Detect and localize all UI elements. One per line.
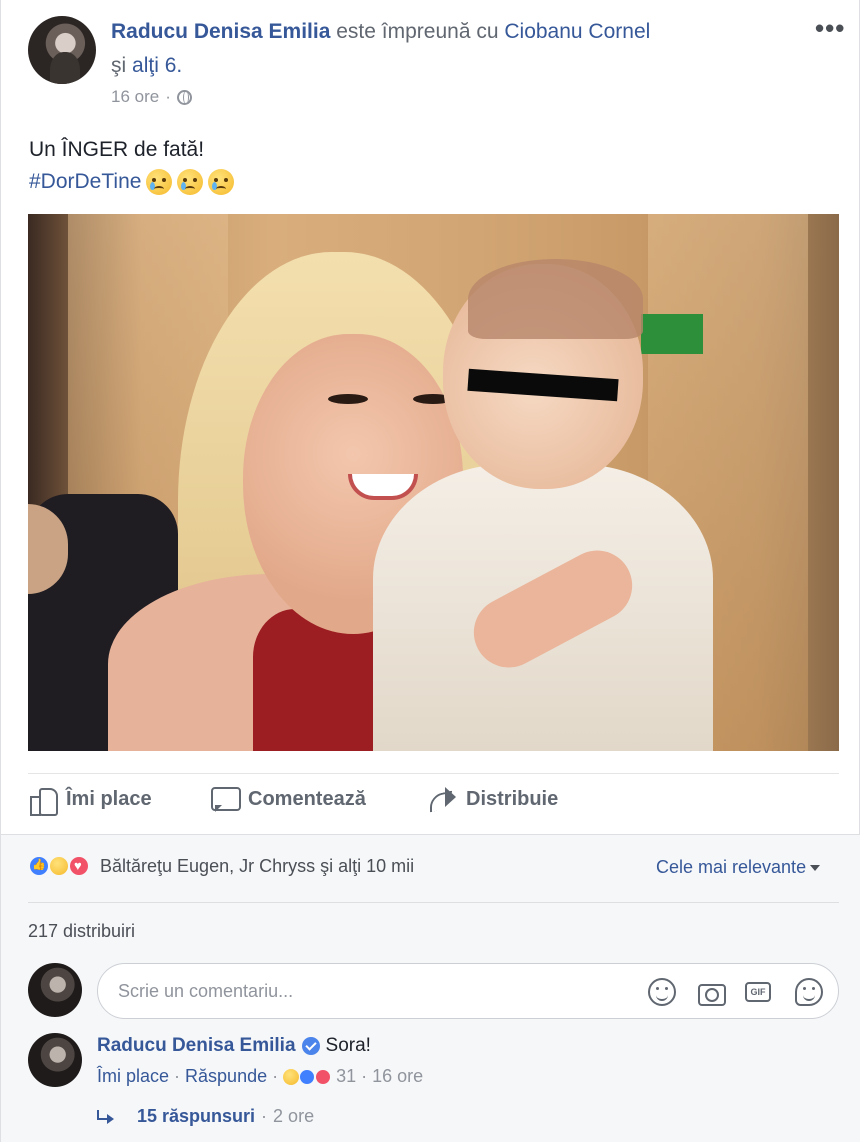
caret-down-icon (810, 864, 821, 871)
comment-bubble-icon (210, 784, 241, 814)
facebook-post: Raducu Denisa Emilia este împreună cu Ci… (0, 0, 860, 1142)
author-name[interactable]: Raducu Denisa Emilia (111, 20, 330, 43)
comment-reply-link[interactable]: Răspunde (185, 1066, 267, 1087)
divider (28, 773, 839, 774)
post-text: Un ÎNGER de fată! (29, 138, 205, 161)
sort-label: Cele mai relevante (656, 857, 807, 877)
globe-icon (176, 89, 192, 105)
comment-like-link[interactable]: Îmi place (97, 1066, 169, 1087)
post-header-others: şi alţi 6. (111, 52, 182, 80)
comment-actions: Îmi place · Răspunde · 31 · 16 ore (97, 1066, 423, 1087)
comment-button[interactable]: Comentează (210, 784, 410, 814)
love-reaction-icon (315, 1068, 332, 1085)
comment-sort-dropdown[interactable]: Cele mai relevante (656, 857, 821, 878)
share-arrow-icon (428, 784, 458, 814)
and-text: şi (111, 54, 127, 77)
verified-badge-icon (301, 1037, 320, 1055)
sad-reaction-icon (48, 855, 70, 877)
shares-count[interactable]: 217 distribuiri (28, 921, 135, 942)
author-avatar[interactable] (28, 16, 96, 84)
comment-body: Raducu Denisa Emilia Sora! (97, 1034, 371, 1058)
separator: · (261, 1106, 268, 1126)
comment-time[interactable]: 16 ore (372, 1066, 423, 1087)
post-meta: 16 ore · (111, 87, 192, 107)
post-time[interactable]: 16 ore (111, 87, 159, 107)
comment-text: Sora! (325, 1035, 371, 1056)
meta-separator: · (165, 87, 171, 106)
hashtag-line: #DorDeTine (29, 166, 235, 197)
comment-input[interactable]: Scrie un comentariu... GIF (97, 963, 839, 1019)
separator: · (361, 1066, 368, 1086)
tagged-others[interactable]: alţi 6. (132, 54, 182, 77)
sad-reaction-icon (283, 1068, 300, 1085)
sticker-icon[interactable] (795, 978, 823, 1006)
share-button[interactable]: Distribuie (428, 784, 598, 814)
post-header: Raducu Denisa Emilia este împreună cu Ci… (111, 18, 751, 46)
comment-author-avatar[interactable] (28, 1033, 82, 1087)
crying-face-icon (208, 168, 235, 195)
reactions-summary[interactable]: Băltăreţu Eugen, Jr Chryss şi alţi 10 mi… (28, 855, 414, 877)
thumbs-up-icon (28, 784, 58, 816)
gif-icon[interactable]: GIF (744, 978, 772, 1006)
tagged-person[interactable]: Ciobanu Cornel (504, 20, 650, 43)
camera-icon[interactable] (697, 978, 726, 1006)
comment-placeholder: Scrie un comentariu... (118, 981, 294, 1001)
like-reaction-icon (28, 855, 50, 877)
share-label: Distribuie (466, 787, 559, 810)
like-reaction-icon (299, 1068, 316, 1085)
comment-author[interactable]: Raducu Denisa Emilia (97, 1034, 296, 1058)
replies-count[interactable]: 15 răspunsuri (137, 1106, 255, 1127)
like-button[interactable]: Îmi place (28, 784, 198, 816)
more-options-icon[interactable]: ••• (815, 15, 845, 41)
with-text: este împreună cu (336, 20, 499, 43)
hashtag-link[interactable]: #DorDeTine (29, 166, 141, 197)
post-photo[interactable] (28, 214, 839, 751)
crying-face-icon (177, 168, 204, 195)
current-user-avatar[interactable] (28, 963, 82, 1017)
replies-time: 2 ore (273, 1106, 315, 1126)
love-reaction-icon (68, 855, 90, 877)
reply-arrow-icon (97, 1109, 117, 1124)
view-replies[interactable]: 15 răspunsuri · 2 ore (97, 1106, 314, 1127)
divider (28, 902, 839, 903)
emoji-icon[interactable] (648, 978, 676, 1006)
separator: · (272, 1066, 279, 1086)
separator: · (174, 1066, 181, 1086)
comment-reaction-count[interactable]: 31 (336, 1066, 356, 1087)
comment-label: Comentează (248, 787, 366, 810)
like-label: Îmi place (66, 787, 152, 810)
crying-face-icon (146, 168, 173, 195)
reactions-text[interactable]: Băltăreţu Eugen, Jr Chryss şi alţi 10 mi… (100, 856, 414, 877)
